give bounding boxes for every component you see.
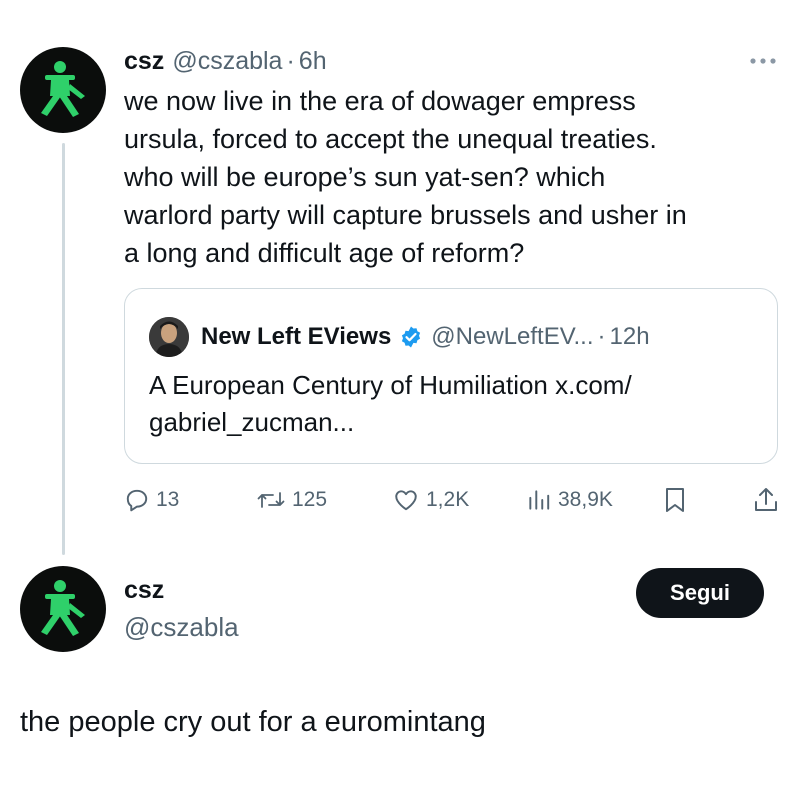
reply-count: 13 <box>156 488 180 511</box>
quote-author-name[interactable]: New Left EViews <box>201 323 391 351</box>
quote-line: A European Century of Humiliation x.com/ <box>149 370 632 400</box>
quote-author-handle[interactable]: @NewLeftEV... <box>431 323 593 351</box>
separator-dot: · <box>286 46 295 75</box>
repost-button[interactable]: 125 <box>256 484 327 516</box>
tweet-time[interactable]: 6h <box>299 47 327 76</box>
repost-icon <box>257 492 285 508</box>
portrait-icon <box>149 317 189 357</box>
tweet-line: ursula, forced to accept the unequal tre… <box>124 124 657 154</box>
repost-count: 125 <box>292 488 328 511</box>
heart-icon <box>395 490 417 511</box>
bookmark-icon[interactable] <box>661 484 689 516</box>
analytics-icon <box>529 490 550 510</box>
tweet-body: we now live in the era of dowager empres… <box>124 82 784 272</box>
like-button[interactable]: 1,2K <box>392 484 469 516</box>
thread-line <box>62 143 65 555</box>
ampelmann-figure-icon <box>41 61 85 117</box>
separator-dot: · <box>597 323 606 350</box>
view-count: 38,9K <box>558 488 613 511</box>
avatar[interactable] <box>20 47 106 133</box>
quote-time[interactable]: 12h <box>610 323 650 351</box>
tweet-line: who will be europe’s sun yat-sen? which <box>124 162 606 192</box>
quote-line: gabriel_zucman... <box>149 407 355 437</box>
reply-author-name[interactable]: csz <box>124 576 164 605</box>
ampelmann-figure-icon <box>41 580 85 636</box>
views-button[interactable]: 38,9K <box>526 484 613 516</box>
share-icon[interactable] <box>752 484 780 516</box>
tweet-line: a long and difficult age of reform? <box>124 238 525 268</box>
quoted-tweet-card[interactable]: New Left EViews @NewLeftEV... · 12h A Eu… <box>124 288 778 464</box>
reply-button[interactable]: 13 <box>124 484 179 516</box>
like-count: 1,2K <box>426 488 470 511</box>
reply-icon <box>126 489 148 512</box>
tweet-line: warlord party will capture brussels and … <box>124 200 687 230</box>
verified-badge-icon <box>402 326 421 348</box>
tweet-header: csz @cszabla · 6h <box>124 44 327 78</box>
author-handle[interactable]: @cszabla <box>172 47 282 76</box>
reply-avatar[interactable] <box>20 566 106 652</box>
quote-header: New Left EViews @NewLeftEV... · 12h <box>201 319 650 355</box>
quote-avatar <box>149 317 189 357</box>
reply-text: the people cry out for a euromintang <box>20 706 486 738</box>
quote-body: A European Century of Humiliation x.com/… <box>149 367 759 441</box>
author-name[interactable]: csz <box>124 47 164 76</box>
reply-author-handle[interactable]: @cszabla <box>124 612 239 643</box>
more-horizontal-icon[interactable] <box>747 49 781 73</box>
tweet-line: we now live in the era of dowager empres… <box>124 86 636 116</box>
follow-button[interactable]: Segui <box>636 568 764 618</box>
